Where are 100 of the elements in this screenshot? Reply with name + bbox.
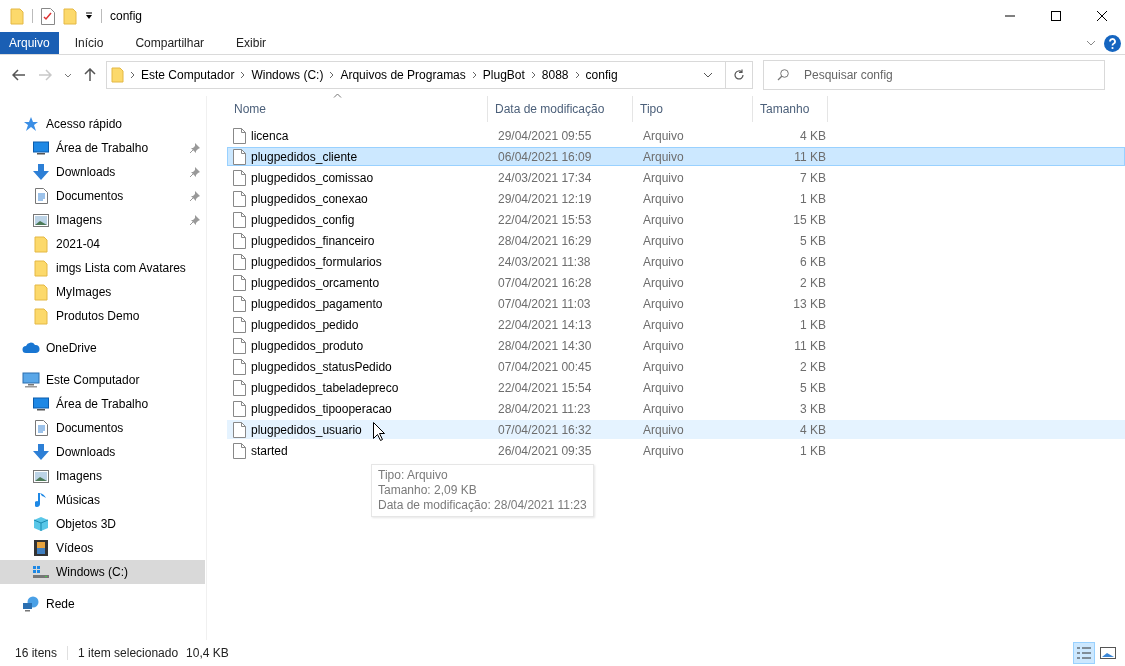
window-title: config [110,9,143,23]
maximize-icon[interactable] [1051,11,1061,21]
refresh-button[interactable] [725,61,753,89]
file-row[interactable]: plugpedidos_pedido 22/04/2021 14:13 Arquivo 1 KB [227,315,1125,334]
cloud-icon [22,342,40,354]
column-header[interactable]: Data de modificação [487,96,632,122]
up-arrow-icon[interactable] [84,68,96,82]
file-row[interactable]: plugpedidos_tabeladepreco 22/04/2021 15:54 Arquivo 5 KB [227,378,1125,397]
sidebar-item[interactable]: Downloads [0,440,205,464]
sidebar-section[interactable]: Acesso rápido [0,112,205,136]
sidebar-item[interactable]: imgs Lista com Avatares [0,256,205,280]
network-globe-icon [22,596,40,612]
breadcrumb[interactable]: Windows (C:) [245,68,330,82]
back-arrow-icon[interactable] [12,69,26,81]
sidebar-item[interactable]: Documentos [0,184,205,208]
chevron-right-icon[interactable] [471,71,477,79]
size-cell-text: 5 KB [799,380,827,395]
chevron-down-icon[interactable] [64,72,72,78]
breadcrumb[interactable]: Este Computador [135,68,241,82]
star-icon [23,116,39,132]
file-icon [233,421,246,438]
date-cell-text: 06/04/2021 16:09 [497,149,593,164]
pin-icon[interactable] [190,143,200,153]
pin-icon[interactable] [190,167,200,177]
breadcrumb[interactable]: config [579,68,624,82]
cube-icon [33,516,49,532]
date-cell-text: 07/04/2021 16:32 [497,422,593,437]
file-row[interactable]: licenca 29/04/2021 09:55 Arquivo 4 KB [227,126,1125,145]
file-row[interactable]: started 26/04/2021 09:35 Arquivo 1 KB [227,441,1125,460]
file-row[interactable]: plugpedidos_tipooperacao 28/04/2021 11:23 Arquivo 3 KB [227,399,1125,418]
type-cell-text: Arquivo [642,254,685,269]
file-row[interactable]: plugpedidos_orcamento 07/04/2021 16:28 Arquivo 2 KB [227,273,1125,292]
type-cell-text: Arquivo [642,149,685,164]
sidebar-item[interactable]: Músicas [0,488,205,512]
help-icon[interactable] [1104,34,1121,52]
sidebar-item[interactable]: 2021-04 [0,232,205,256]
file-name: plugpedidos_formularios [251,254,382,269]
dropdown-icon[interactable] [85,12,93,20]
file-row[interactable]: plugpedidos_cliente 06/04/2021 16:09 Arquivo 11 KB [227,147,1125,166]
sidebar-item[interactable]: Downloads [0,160,205,184]
file-icon [233,253,246,270]
sidebar-item[interactable]: Área de Trabalho [0,136,205,160]
file-name: plugpedidos_produto [251,338,364,353]
sidebar-item[interactable]: Vídeos [0,536,205,560]
properties-icon[interactable] [41,7,55,25]
breadcrumb[interactable]: 8088 [535,68,575,82]
sidebar-item[interactable]: Objetos 3D [0,512,205,536]
file-row[interactable]: plugpedidos_comissao 24/03/2021 17:34 Arquivo 7 KB [227,168,1125,187]
column-header[interactable]: Nome [227,96,487,122]
chevron-right-icon[interactable] [574,71,580,79]
file-row[interactable]: plugpedidos_usuario 07/04/2021 16:32 Arquivo 4 KB [227,420,1125,439]
pin-icon[interactable] [190,191,200,201]
sidebar-item[interactable]: Produtos Demo [0,304,205,328]
size-cell-text: 7 KB [799,170,827,185]
chevron-right-icon[interactable] [530,71,536,79]
chevron-right-icon[interactable] [130,71,135,79]
date-cell-text: 28/04/2021 14:30 [497,338,593,353]
sidebar-item[interactable]: Imagens [0,208,205,232]
file-row[interactable]: plugpedidos_statusPedido 07/04/2021 00:45 Arquivo 2 KB [227,357,1125,376]
sidebar-item[interactable]: Documentos [0,416,205,440]
type-cell-text: Arquivo [642,317,685,332]
file-row[interactable]: plugpedidos_financeiro 28/04/2021 16:29 Arquivo 5 KB [227,231,1125,250]
address-bar[interactable]: Este Computador Windows (C:) Arquivos de Programas PlugBot 8088 config [106,61,726,89]
column-header[interactable]: Tipo [632,96,752,122]
file-name: plugpedidos_pedido [251,317,359,332]
file-name: plugpedidos_conexao [251,191,368,206]
search-icon [777,69,789,81]
pin-icon[interactable] [190,215,200,225]
sidebar-section[interactable]: Rede [0,592,205,616]
file-name: plugpedidos_financeiro [251,233,375,248]
download-arrow-icon [33,164,49,180]
chevron-down-icon[interactable] [703,72,713,78]
ribbon-tab[interactable]: Início [58,32,120,54]
date-cell-text: 22/04/2021 15:54 [497,380,593,395]
breadcrumb[interactable]: PlugBot [476,68,531,82]
sidebar-item[interactable]: Windows (C:) [0,560,205,584]
chevron-down-icon[interactable] [1086,40,1096,46]
ribbon-tab[interactable]: Exibir [220,32,283,54]
file-icon [233,337,246,354]
document-icon [34,188,48,204]
file-row[interactable]: plugpedidos_pagamento 07/04/2021 11:03 Arquivo 13 KB [227,294,1125,313]
sidebar-section[interactable]: Este Computador [0,368,205,392]
sidebar-item[interactable]: MyImages [0,280,205,304]
chevron-right-icon[interactable] [240,71,246,79]
type-cell-text: Arquivo [642,422,685,437]
close-icon[interactable] [1097,11,1107,21]
file-row[interactable]: plugpedidos_config 22/04/2021 15:53 Arquivo 15 KB [227,210,1125,229]
chevron-right-icon[interactable] [329,71,335,79]
file-row[interactable]: plugpedidos_produto 28/04/2021 14:30 Arquivo 11 KB [227,336,1125,355]
ribbon-tab[interactable]: Compartilhar [119,32,221,54]
file-row[interactable]: plugpedidos_formularios 24/03/2021 11:38 Arquivo 6 KB [227,252,1125,271]
sidebar-item[interactable]: Área de Trabalho [0,392,205,416]
sidebar-item[interactable]: Imagens [0,464,205,488]
column-header[interactable]: Tamanho [752,96,828,122]
refresh-icon[interactable] [733,69,745,81]
sidebar-section[interactable]: OneDrive [0,336,205,360]
breadcrumb[interactable]: Arquivos de Programas [334,68,472,82]
file-row[interactable]: plugpedidos_conexao 29/04/2021 12:19 Arquivo 1 KB [227,189,1125,208]
search-field[interactable]: Pesquisar config [763,60,1105,90]
folder-icon [34,283,48,301]
